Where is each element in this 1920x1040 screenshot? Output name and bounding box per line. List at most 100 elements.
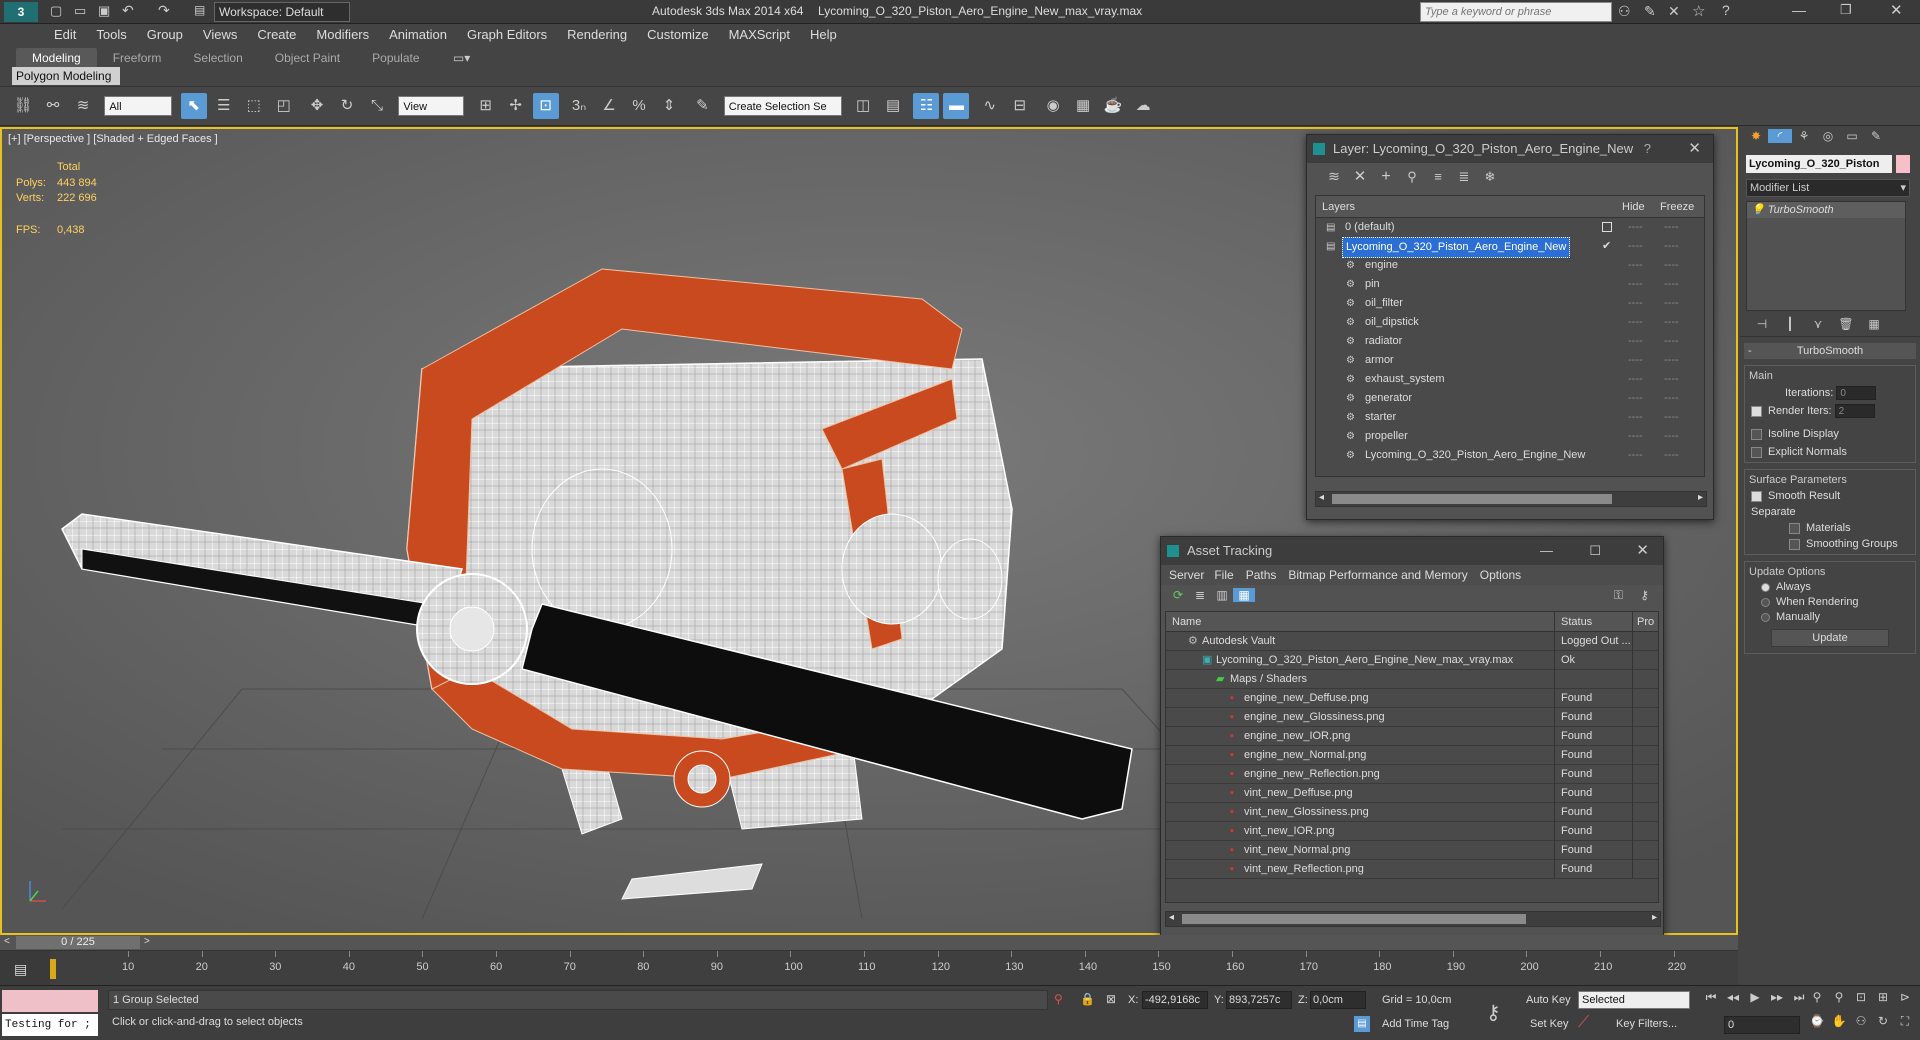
render-iters-spinner[interactable]: 2 xyxy=(1834,404,1875,418)
link-icon[interactable]: ⛓ xyxy=(10,93,36,119)
set-key-button-icon[interactable]: ⟋ xyxy=(1578,1014,1589,1032)
modify-tab-icon[interactable]: ◜ xyxy=(1768,129,1792,143)
layer-freeze-toggle[interactable]: ---- xyxy=(1664,389,1679,408)
asset-row[interactable]: ▪ vint_new_IOR.png Found xyxy=(1166,822,1658,841)
list-view-icon[interactable]: ≣ xyxy=(1189,588,1211,602)
asset-row[interactable]: ▪ engine_new_Glossiness.png Found xyxy=(1166,708,1658,727)
wrench-icon[interactable]: ✕ xyxy=(1668,3,1680,20)
undo-icon[interactable]: ↶ xyxy=(122,2,134,19)
set-key-mode-icon[interactable]: ⚷ xyxy=(1486,1000,1501,1025)
maxscript-input[interactable]: Testing for ; xyxy=(2,1014,98,1036)
select-by-name-icon[interactable]: ☰ xyxy=(211,93,237,119)
zoom-icon[interactable]: ⚲ xyxy=(1806,990,1828,1004)
zoom-all-icon[interactable]: ⚲ xyxy=(1828,990,1850,1004)
asset-row[interactable]: ▪ engine_new_Normal.png Found xyxy=(1166,746,1658,765)
layer-freeze-toggle[interactable]: ---- xyxy=(1664,313,1679,332)
highlight-layer-icon[interactable]: ≡ xyxy=(1425,169,1451,184)
save-icon[interactable]: ▣ xyxy=(98,3,110,19)
minimize-icon[interactable]: — xyxy=(1792,2,1806,18)
layer-row[interactable]: ⚙ Lycoming_O_320_Piston_Aero_Engine_New --… xyxy=(1316,446,1704,465)
play-icon[interactable]: ▶ xyxy=(1744,990,1766,1004)
display-tab-icon[interactable]: ▭ xyxy=(1840,129,1864,143)
menu-help[interactable]: Help xyxy=(800,24,847,45)
fov-icon[interactable]: ⊳ xyxy=(1894,990,1916,1004)
layer-hide-toggle[interactable]: ---- xyxy=(1628,408,1643,427)
asset-menu-paths[interactable]: Paths xyxy=(1240,568,1283,582)
asset-menu-server[interactable]: Server xyxy=(1165,568,1208,582)
col-pro[interactable]: Pro xyxy=(1632,612,1654,632)
edit-named-selection-icon[interactable]: ✎ xyxy=(689,93,715,119)
asset-row[interactable]: ▣ Lycoming_O_320_Piston_Aero_Engine_New_m… xyxy=(1166,651,1658,670)
mini-curve-editor-icon[interactable]: ▤ xyxy=(14,961,27,978)
menu-customize[interactable]: Customize xyxy=(637,24,718,45)
pan-icon[interactable]: ✋ xyxy=(1828,1014,1850,1028)
keyboard-shortcut-icon[interactable]: ⊡ xyxy=(532,93,559,119)
time-prev-icon[interactable]: < xyxy=(4,936,10,947)
ribbon-toggle-icon[interactable]: ▬ xyxy=(943,93,970,119)
layer-row[interactable]: ⚙ armor ---- ---- xyxy=(1316,351,1704,370)
x-coord-field[interactable]: -492,9168c xyxy=(1142,991,1208,1009)
asset-close-icon[interactable]: ✕ xyxy=(1636,537,1649,565)
time-next-icon[interactable]: > xyxy=(144,936,150,947)
layer-row[interactable]: ⚙ propeller ---- ---- xyxy=(1316,427,1704,446)
render-iters-checkbox[interactable] xyxy=(1751,405,1762,417)
scroll-thumb[interactable] xyxy=(1332,494,1612,504)
object-color-swatch[interactable] xyxy=(1896,155,1910,173)
asset-row[interactable]: ⚙ Autodesk Vault Logged Out ... xyxy=(1166,632,1658,651)
percent-snap-icon[interactable]: % xyxy=(626,93,652,119)
layer-hide-toggle[interactable]: ---- xyxy=(1628,351,1643,370)
asset-row[interactable]: ▪ vint_new_Reflection.png Found xyxy=(1166,860,1658,879)
workspace-dropdown[interactable]: Workspace: Default xyxy=(214,2,350,22)
always-radio[interactable] xyxy=(1761,582,1770,592)
next-frame-icon[interactable]: ▸▸ xyxy=(1766,990,1788,1004)
layer-freeze-toggle[interactable]: ---- xyxy=(1664,427,1679,446)
rect-selection-icon[interactable]: ⬚ xyxy=(241,93,267,119)
asset-row[interactable]: ▪ engine_new_Reflection.png Found xyxy=(1166,765,1658,784)
select-objects-icon[interactable]: ⚲ xyxy=(1399,169,1425,185)
angle-snap-icon[interactable]: ∠ xyxy=(596,93,622,119)
layer-freeze-toggle[interactable]: ---- xyxy=(1664,370,1679,389)
ribbon-options-icon[interactable]: ▭▾ xyxy=(453,51,470,65)
bind-spacewarp-icon[interactable]: ≋ xyxy=(70,93,96,119)
snap-3d-icon[interactable]: 3ₙ xyxy=(566,93,592,119)
previous-frame-icon[interactable]: ◂◂ xyxy=(1722,990,1744,1004)
tab-populate[interactable]: Populate xyxy=(356,48,435,68)
col-freeze[interactable]: Freeze xyxy=(1660,196,1694,218)
layer-row[interactable]: ▤ 0 (default) ---- ---- xyxy=(1316,218,1704,237)
pivot-center-icon[interactable]: ⊞ xyxy=(473,93,499,119)
named-selection-dropdown[interactable]: Create Selection Se xyxy=(723,96,842,116)
open-file-icon[interactable]: ▭ xyxy=(74,3,86,19)
tab-selection[interactable]: Selection xyxy=(177,48,258,68)
layer-hide-toggle[interactable]: ---- xyxy=(1628,256,1643,275)
layer-hide-toggle[interactable]: ---- xyxy=(1628,237,1643,256)
time-tag-icon[interactable]: ▤ xyxy=(1354,1016,1370,1032)
table-view-icon[interactable]: ▦ xyxy=(1233,588,1255,602)
select-object-icon[interactable]: ⬉ xyxy=(180,93,207,119)
asset-maximize-icon[interactable]: ☐ xyxy=(1589,537,1601,565)
lightbulb-icon[interactable]: 💡 xyxy=(1751,204,1765,216)
layer-hide-toggle[interactable]: ---- xyxy=(1628,294,1643,313)
stack-item-turbosmooth[interactable]: 💡 TurboSmooth xyxy=(1747,202,1905,218)
isoline-checkbox[interactable] xyxy=(1751,428,1762,440)
asset-row[interactable]: ▪ vint_new_Deffuse.png Found xyxy=(1166,784,1658,803)
layer-row[interactable]: ⚙ engine ---- ---- xyxy=(1316,256,1704,275)
trackbar[interactable]: 10 20 30 40 50 60 70 80 90 100 110 120 130 140 150 160 1… xyxy=(50,951,1738,985)
make-unique-icon[interactable]: ⋎ xyxy=(1804,317,1832,331)
redo-icon[interactable]: ↷ xyxy=(158,2,170,19)
active-layer-checkmark-icon[interactable]: ✔ xyxy=(1602,237,1611,256)
asset-menu-options[interactable]: Options xyxy=(1474,568,1527,582)
asset-scroll-thumb[interactable] xyxy=(1182,914,1526,924)
menu-modifiers[interactable]: Modifiers xyxy=(306,24,379,45)
search-input[interactable] xyxy=(1421,3,1611,21)
layer-hide-toggle[interactable]: ---- xyxy=(1628,370,1643,389)
asset-row[interactable]: ▰ Maps / Shaders xyxy=(1166,670,1658,689)
favorites-star-icon[interactable]: ☆ xyxy=(1692,2,1705,20)
object-name-field[interactable]: Lycoming_O_320_Piston xyxy=(1746,155,1892,173)
auto-key-button[interactable]: Auto Key xyxy=(1526,994,1571,1006)
modifier-list-dropdown[interactable]: Modifier List ▾ xyxy=(1746,179,1910,197)
add-time-tag[interactable]: Add Time Tag xyxy=(1382,1018,1449,1030)
current-frame-field[interactable]: 0 xyxy=(1724,1016,1800,1034)
scroll-left-icon[interactable]: ◂ xyxy=(1319,492,1324,503)
selection-filter-dropdown[interactable]: All xyxy=(104,96,173,116)
layer-hscrollbar[interactable]: ◂ ▸ xyxy=(1315,491,1707,507)
